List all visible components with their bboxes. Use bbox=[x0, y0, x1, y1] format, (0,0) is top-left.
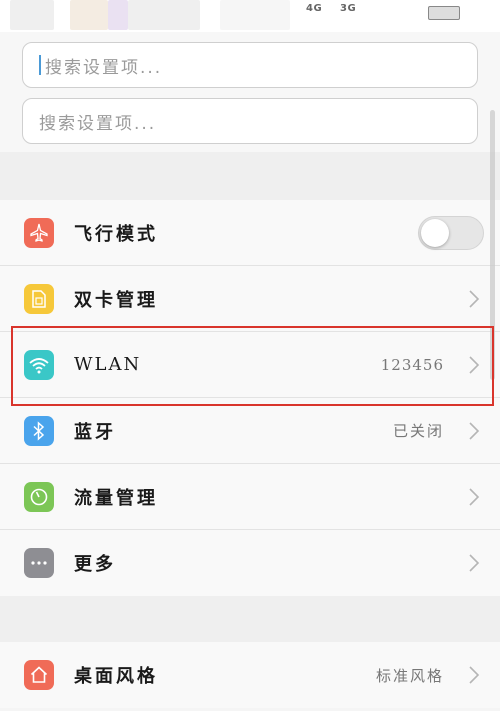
settings-row-label: WLAN bbox=[74, 354, 142, 375]
settings-row-label: 蓝牙 bbox=[74, 421, 116, 443]
settings-row-airplane-mode[interactable]: 飞行模式 bbox=[0, 200, 500, 266]
status-blur bbox=[220, 0, 290, 30]
status-bar: 4G 3G bbox=[0, 0, 500, 32]
section-divider bbox=[0, 152, 500, 200]
settings-row-label: 双卡管理 bbox=[74, 289, 158, 311]
network-indicator-4g: 4G bbox=[306, 3, 323, 14]
chevron-right-icon bbox=[469, 421, 480, 440]
search-placeholder: 搜索设置项... bbox=[39, 113, 157, 134]
settings-row-label: 桌面风格 bbox=[74, 666, 158, 687]
search-panel: 搜索设置项... bbox=[0, 32, 500, 94]
network-indicator-3g: 3G bbox=[340, 3, 357, 14]
bluetooth-status: 已关闭 bbox=[392, 422, 444, 440]
sim-card-icon bbox=[24, 283, 54, 314]
wifi-icon bbox=[24, 349, 54, 380]
home-icon bbox=[24, 660, 54, 690]
bluetooth-icon bbox=[24, 415, 54, 446]
settings-row-desktop-style[interactable]: 桌面风格 标准风格 bbox=[0, 642, 500, 708]
settings-row-label: 飞行模式 bbox=[74, 223, 158, 245]
scrollbar[interactable] bbox=[490, 110, 495, 380]
settings-row-label: 更多 bbox=[74, 554, 116, 575]
settings-row-dual-sim[interactable]: 双卡管理 bbox=[0, 266, 500, 332]
more-icon bbox=[24, 548, 54, 578]
text-cursor bbox=[39, 55, 41, 75]
chevron-right-icon bbox=[469, 554, 480, 572]
settings-row-more[interactable]: 更多 bbox=[0, 530, 500, 596]
status-blur bbox=[108, 0, 128, 30]
settings-row-wlan[interactable]: WLAN 123456 bbox=[0, 332, 500, 398]
wlan-network-name: 123456 bbox=[380, 355, 444, 374]
chevron-right-icon bbox=[469, 289, 480, 308]
search-input[interactable]: 搜索设置项... bbox=[22, 98, 478, 144]
settings-row-bluetooth[interactable]: 蓝牙 已关闭 bbox=[0, 398, 500, 464]
status-blur bbox=[128, 0, 200, 30]
search-panel-secondary: 搜索设置项... bbox=[0, 94, 500, 152]
chevron-right-icon bbox=[469, 487, 480, 506]
settings-row-label: 流量管理 bbox=[74, 487, 158, 509]
settings-list: 飞行模式 双卡管理 WLAN 123456 蓝牙 已关闭 流量管理 更多 bbox=[0, 200, 500, 596]
chevron-right-icon bbox=[469, 666, 480, 684]
settings-row-data-usage[interactable]: 流量管理 bbox=[0, 464, 500, 530]
search-input-active[interactable]: 搜索设置项... bbox=[22, 42, 478, 88]
airplane-mode-toggle[interactable] bbox=[418, 215, 484, 250]
settings-list-display: 桌面风格 标准风格 bbox=[0, 642, 500, 708]
search-placeholder: 搜索设置项... bbox=[45, 57, 163, 78]
battery-icon bbox=[428, 6, 460, 20]
status-blur bbox=[70, 0, 108, 30]
status-blur bbox=[10, 0, 54, 30]
desktop-style-value: 标准风格 bbox=[375, 666, 444, 685]
toggle-knob bbox=[421, 218, 449, 247]
airplane-icon bbox=[24, 217, 54, 248]
chevron-right-icon bbox=[469, 355, 480, 374]
data-usage-icon bbox=[24, 481, 54, 512]
section-divider bbox=[0, 596, 500, 642]
